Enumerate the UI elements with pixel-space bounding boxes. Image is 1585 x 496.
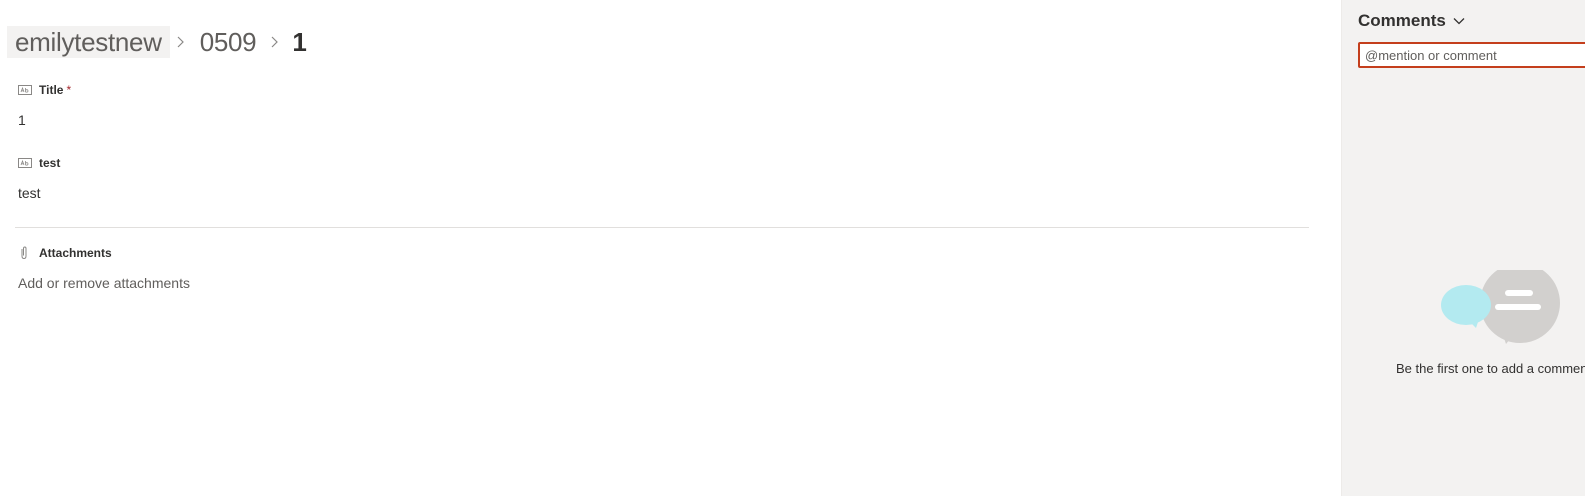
comments-title: Comments — [1358, 11, 1446, 30]
attachments-label: Attachments — [18, 245, 190, 261]
page: emilytestnew 0509 1 Title * 1 test test … — [0, 0, 1585, 496]
text-field-icon — [18, 157, 32, 169]
chevron-right-icon — [170, 26, 192, 58]
field-test-label: test — [18, 155, 60, 171]
field-title-value[interactable]: 1 — [18, 112, 71, 128]
item-detail-pane: emilytestnew 0509 1 Title * 1 test test … — [0, 0, 1341, 496]
field-title-label: Title * — [18, 82, 71, 98]
field-label-text: test — [39, 156, 61, 170]
breadcrumb-item: 1 — [292, 27, 307, 57]
breadcrumb: emilytestnew 0509 1 — [7, 26, 315, 58]
add-remove-attachments-link[interactable]: Add or remove attachments — [18, 275, 190, 291]
field-label-text: Title — [39, 83, 64, 97]
section-divider — [15, 227, 1309, 228]
comment-input[interactable] — [1358, 42, 1585, 68]
breadcrumb-list[interactable]: 0509 — [192, 26, 265, 58]
field-test-value[interactable]: test — [18, 185, 60, 201]
field-test[interactable]: test test — [18, 155, 60, 201]
attachments-section: Attachments Add or remove attachments — [18, 245, 190, 291]
attachments-label-text: Attachments — [39, 246, 112, 260]
empty-comments-message: Be the first one to add a comment — [1396, 361, 1585, 376]
comments-header[interactable]: Comments — [1358, 10, 1465, 32]
text-field-icon — [18, 84, 32, 96]
breadcrumb-site[interactable]: emilytestnew — [7, 26, 170, 58]
chevron-right-icon — [264, 26, 286, 58]
comments-panel: Comments Be the first one to add a comme… — [1341, 0, 1585, 496]
chat-bubbles-icon — [1440, 263, 1562, 349]
paperclip-icon — [18, 246, 32, 260]
field-title[interactable]: Title * 1 — [18, 82, 71, 128]
chevron-down-icon[interactable] — [1453, 17, 1465, 25]
required-asterisk: * — [66, 83, 72, 97]
